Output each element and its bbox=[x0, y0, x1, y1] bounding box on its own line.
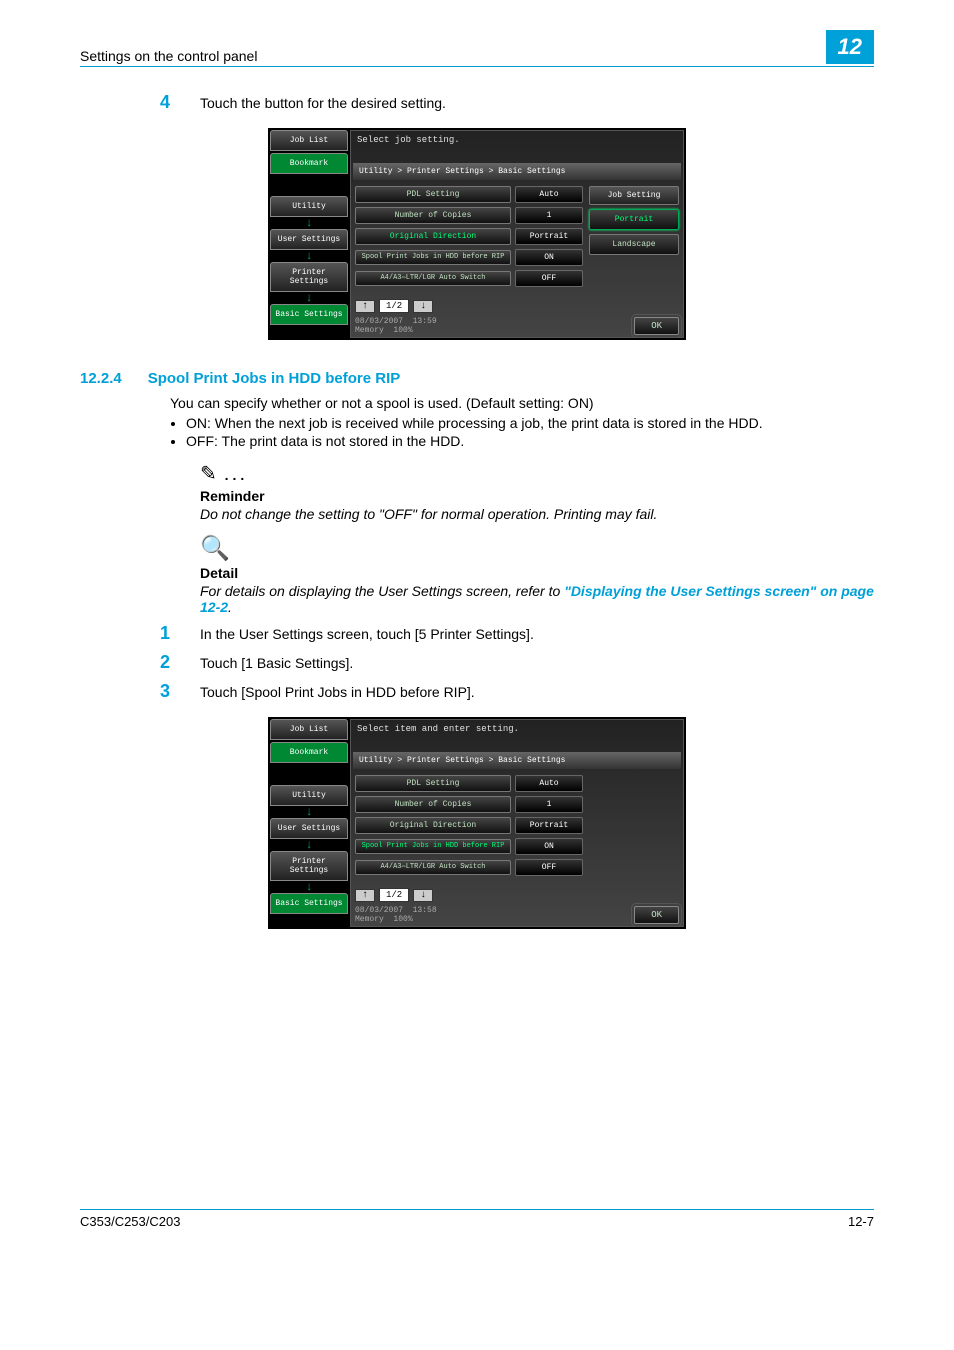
ok-button[interactable]: OK bbox=[634, 317, 679, 335]
tab-user-settings[interactable]: User Settings bbox=[270, 818, 348, 839]
bullet-on: ON: When the next job is received while … bbox=[186, 415, 874, 431]
value-direction: Portrait bbox=[515, 228, 583, 245]
setting-autoswitch[interactable]: A4/A3⇔LTR/LGR Auto Switch bbox=[355, 271, 511, 286]
footer-model: C353/C253/C203 bbox=[80, 1214, 180, 1229]
setting-pdl[interactable]: PDL Setting bbox=[355, 775, 511, 792]
value-autoswitch: OFF bbox=[515, 270, 583, 287]
page-down-button[interactable]: ↓ bbox=[413, 889, 433, 902]
tab-bookmark[interactable]: Bookmark bbox=[270, 742, 348, 763]
detail-body: For details on displaying the User Setti… bbox=[200, 583, 874, 615]
tab-utility[interactable]: Utility bbox=[270, 785, 348, 806]
setting-spool[interactable]: Spool Print Jobs in HDD before RIP bbox=[355, 839, 511, 854]
setting-pdl[interactable]: PDL Setting bbox=[355, 186, 511, 203]
arrow-down-icon: ↓ bbox=[270, 219, 348, 227]
tab-utility[interactable]: Utility bbox=[270, 196, 348, 217]
page-header: Settings on the control panel 12 bbox=[80, 30, 874, 67]
reminder-body: Do not change the setting to "OFF" for n… bbox=[200, 506, 874, 522]
bullet-off: OFF: The print data is not stored in the… bbox=[186, 433, 874, 449]
step-4: 4 Touch the button for the desired setti… bbox=[80, 92, 874, 113]
value-spool: ON bbox=[515, 838, 583, 855]
arrow-down-icon: ↓ bbox=[270, 294, 348, 302]
value-autoswitch: OFF bbox=[515, 859, 583, 876]
reminder-icon: ✎ bbox=[200, 463, 217, 485]
step-number: 3 bbox=[160, 681, 200, 702]
setting-spool[interactable]: Spool Print Jobs in HDD before RIP bbox=[355, 250, 511, 265]
chapter-badge: 12 bbox=[826, 30, 874, 64]
breadcrumb: Utility > Printer Settings > Basic Setti… bbox=[353, 163, 681, 180]
side-title: Job Setting bbox=[589, 186, 679, 205]
page-down-button[interactable]: ↓ bbox=[413, 300, 433, 313]
step-text: Touch [Spool Print Jobs in HDD before RI… bbox=[200, 681, 475, 702]
step-1: 1 In the User Settings screen, touch [5 … bbox=[80, 623, 874, 644]
value-pdl: Auto bbox=[515, 775, 583, 792]
tab-job-list[interactable]: Job List bbox=[270, 130, 348, 151]
detail-head: Detail bbox=[200, 565, 874, 581]
setting-copies[interactable]: Number of Copies bbox=[355, 207, 511, 224]
arrow-down-icon: ↓ bbox=[270, 252, 348, 260]
setting-copies[interactable]: Number of Copies bbox=[355, 796, 511, 813]
step-text: Touch the button for the desired setting… bbox=[200, 92, 446, 113]
panel-prompt: Select job setting. bbox=[351, 131, 683, 149]
detail-icon: 🔍 bbox=[200, 534, 874, 563]
step-3: 3 Touch [Spool Print Jobs in HDD before … bbox=[80, 681, 874, 702]
footer-page: 12-7 bbox=[848, 1214, 874, 1229]
value-copies: 1 bbox=[515, 796, 583, 813]
value-spool: ON bbox=[515, 249, 583, 266]
tab-bookmark[interactable]: Bookmark bbox=[270, 153, 348, 174]
page-indicator: 1/2 bbox=[379, 299, 409, 313]
step-text: Touch [1 Basic Settings]. bbox=[200, 652, 353, 673]
tab-user-settings[interactable]: User Settings bbox=[270, 229, 348, 250]
page-indicator: 1/2 bbox=[379, 888, 409, 902]
step-number: 4 bbox=[160, 92, 200, 113]
tab-printer-settings[interactable]: Printer Settings bbox=[270, 851, 348, 881]
reminder-block: ✎ ... Reminder Do not change the setting… bbox=[80, 461, 874, 522]
breadcrumb: Utility > Printer Settings > Basic Setti… bbox=[353, 752, 681, 769]
panel-prompt: Select item and enter setting. bbox=[351, 720, 683, 738]
tab-job-list[interactable]: Job List bbox=[270, 719, 348, 740]
section-intro: You can specify whether or not a spool i… bbox=[170, 395, 874, 411]
tab-basic-settings[interactable]: Basic Settings bbox=[270, 893, 348, 914]
arrow-down-icon: ↓ bbox=[270, 808, 348, 816]
value-direction: Portrait bbox=[515, 817, 583, 834]
step-number: 2 bbox=[160, 652, 200, 673]
step-2: 2 Touch [1 Basic Settings]. bbox=[80, 652, 874, 673]
section-heading: 12.2.4 Spool Print Jobs in HDD before RI… bbox=[80, 370, 874, 387]
tab-basic-settings[interactable]: Basic Settings bbox=[270, 304, 348, 325]
page-up-button[interactable]: ↑ bbox=[355, 889, 375, 902]
header-title: Settings on the control panel bbox=[80, 48, 257, 64]
reminder-head: Reminder bbox=[200, 488, 874, 504]
control-panel-2: Job List Bookmark Utility ↓ User Setting… bbox=[268, 717, 686, 929]
setting-autoswitch[interactable]: A4/A3⇔LTR/LGR Auto Switch bbox=[355, 860, 511, 875]
status-info: 08/03/2007 13:58 Memory 100% bbox=[355, 906, 437, 924]
detail-block: 🔍 Detail For details on displaying the U… bbox=[80, 534, 874, 615]
ok-button[interactable]: OK bbox=[634, 906, 679, 924]
option-landscape[interactable]: Landscape bbox=[589, 234, 679, 255]
setting-direction[interactable]: Original Direction bbox=[355, 228, 511, 245]
option-portrait[interactable]: Portrait bbox=[589, 209, 679, 230]
page-up-button[interactable]: ↑ bbox=[355, 300, 375, 313]
value-copies: 1 bbox=[515, 207, 583, 224]
setting-direction[interactable]: Original Direction bbox=[355, 817, 511, 834]
arrow-down-icon: ↓ bbox=[270, 883, 348, 891]
step-text: In the User Settings screen, touch [5 Pr… bbox=[200, 623, 534, 644]
page-footer: C353/C253/C203 12-7 bbox=[80, 1209, 874, 1229]
value-pdl: Auto bbox=[515, 186, 583, 203]
tab-printer-settings[interactable]: Printer Settings bbox=[270, 262, 348, 292]
status-info: 08/03/2007 13:59 Memory 100% bbox=[355, 317, 437, 335]
arrow-down-icon: ↓ bbox=[270, 841, 348, 849]
bullet-list: ON: When the next job is received while … bbox=[170, 415, 874, 449]
step-number: 1 bbox=[160, 623, 200, 644]
control-panel-1: Job List Bookmark Utility ↓ User Setting… bbox=[268, 128, 686, 340]
